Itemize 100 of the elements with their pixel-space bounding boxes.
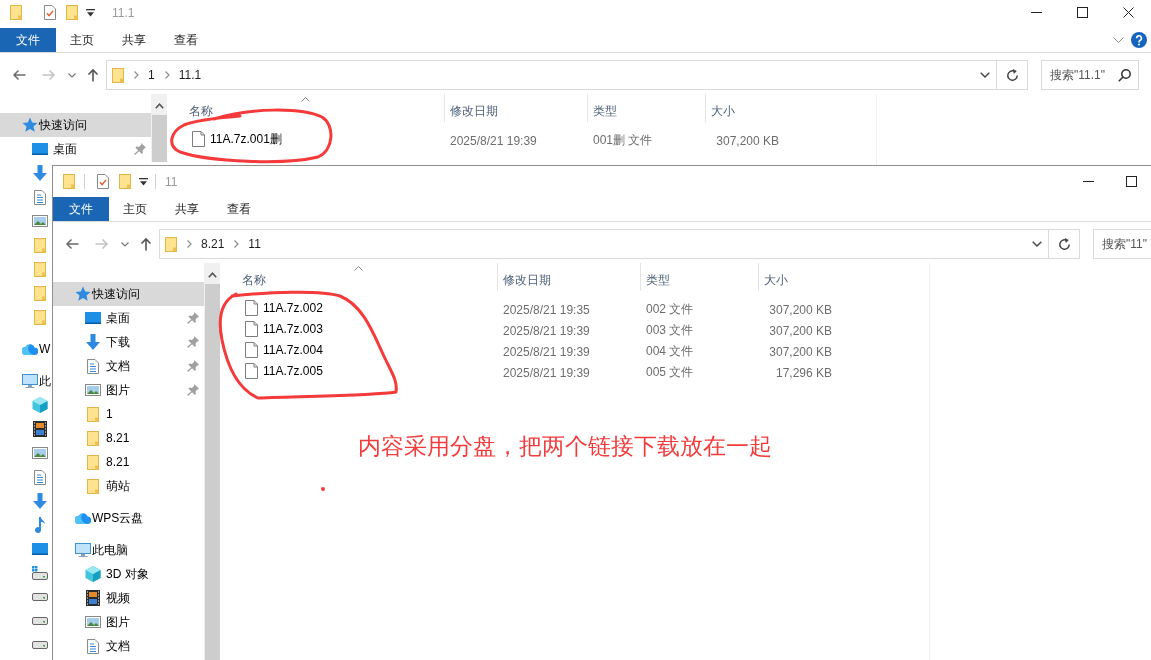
window-title: 11.1 (112, 5, 135, 20)
ribbon-tab[interactable]: 共享 (161, 197, 213, 221)
caret-up-icon[interactable] (207, 272, 217, 278)
arrow-down-icon (33, 165, 47, 181)
dropdown-caret-icon[interactable] (86, 8, 95, 17)
arrow-right-icon (95, 238, 109, 250)
document-check-icon[interactable] (44, 5, 56, 20)
address-bar[interactable]: 1 11.1 (106, 60, 997, 90)
nav-item[interactable]: 桌面 (53, 306, 204, 330)
document-check-icon[interactable] (97, 174, 109, 189)
star-icon (22, 117, 38, 133)
column-header[interactable]: 类型 (640, 263, 758, 291)
file-tab[interactable]: 文件 (0, 28, 56, 52)
desktop-icon (32, 143, 48, 155)
ribbon-tab[interactable]: 主页 (109, 197, 161, 221)
nav-item[interactable]: W (0, 337, 51, 361)
nav-item[interactable]: WPS云盘 (53, 506, 144, 530)
nav-item[interactable]: 图片 (53, 378, 204, 402)
address-bar[interactable]: 8.21 11 (159, 229, 1049, 259)
arrow-down-icon (33, 493, 47, 509)
document-icon (34, 189, 46, 205)
breadcrumb-item[interactable]: 11 (248, 237, 261, 251)
folder-icon (34, 237, 46, 253)
chevron-down-icon (980, 72, 990, 78)
column-header[interactable]: 类型 (587, 94, 705, 122)
ribbon-tab[interactable]: 查看 (160, 28, 212, 52)
breadcrumb-item[interactable]: 11.1 (178, 68, 202, 82)
column-header[interactable]: 大小 (758, 263, 840, 291)
arrow-up-icon (140, 237, 152, 251)
music-note-icon (35, 517, 45, 533)
nav-item[interactable]: 快速访问 (53, 282, 204, 306)
file-size: 307,200 KB (769, 302, 832, 317)
file-name[interactable]: 11A.7z.004 (245, 342, 323, 358)
desktop-icon (85, 312, 101, 324)
nav-item[interactable]: 文档 (53, 354, 204, 378)
scrollbar-thumb[interactable] (151, 115, 167, 162)
folder-icon (87, 406, 99, 422)
nav-item[interactable]: 图片 (53, 610, 130, 634)
ribbon-tab[interactable]: 主页 (56, 28, 108, 52)
chevron-down-icon (1112, 37, 1124, 43)
scrollbar[interactable] (151, 94, 167, 162)
file-icon (245, 363, 258, 379)
column-header[interactable]: 修改日期 (444, 94, 587, 122)
drive-icon (32, 641, 48, 649)
nav-item[interactable]: 8.21 (53, 426, 130, 450)
nav-item[interactable]: 此电脑 (53, 538, 128, 562)
search-field[interactable]: 搜索"11" (1093, 229, 1151, 259)
modified-date: 2025/8/21 19:39 (503, 365, 590, 380)
column-header[interactable]: 大小 (705, 94, 787, 122)
chevron-right-icon (234, 240, 240, 248)
nav-item[interactable]: 萌站 (53, 474, 130, 498)
search-icon (1118, 69, 1131, 82)
drive-icon (32, 566, 48, 580)
file-name[interactable]: 11A.7z.002 (245, 300, 323, 316)
file-name[interactable]: 11A.7z.003 (245, 321, 323, 337)
refresh-button[interactable] (997, 60, 1028, 90)
nav-item[interactable]: 下载 (53, 330, 204, 354)
column-header[interactable]: 名称 (220, 263, 497, 291)
nav-item[interactable]: 1 (53, 402, 113, 426)
ribbon-tab[interactable]: 查看 (213, 197, 265, 221)
file-name[interactable]: 11A.7z.001删 (192, 130, 282, 148)
modified-date: 2025/8/21 19:39 (503, 323, 590, 338)
arrow-up-icon (87, 68, 99, 82)
picture-icon (32, 447, 48, 459)
file-icon (192, 131, 205, 148)
column-header[interactable]: 修改日期 (497, 263, 640, 291)
file-icon (245, 342, 258, 358)
dropdown-caret-icon[interactable] (139, 177, 148, 186)
picture-icon (85, 384, 101, 396)
file-tab[interactable]: 文件 (53, 197, 109, 221)
arrow-right-icon (42, 69, 56, 81)
document-icon (34, 469, 46, 485)
ribbon-tab[interactable]: 共享 (108, 28, 160, 52)
chevron-down-icon (121, 241, 129, 247)
breadcrumb-item[interactable]: 8.21 (201, 237, 225, 251)
refresh-icon (1057, 237, 1071, 251)
nav-item[interactable]: 此 (0, 369, 51, 393)
help-icon (1131, 32, 1147, 48)
nav-item[interactable]: 3D 对象 (53, 562, 149, 586)
breadcrumb-item[interactable]: 1 (148, 68, 155, 82)
cloud-icon (75, 512, 91, 524)
folder-icon (34, 285, 46, 301)
drive-icon (32, 617, 48, 625)
arrow-left-icon (65, 238, 79, 250)
file-size: 307,200 KB (769, 323, 832, 338)
nav-item[interactable]: 桌面 (0, 137, 151, 161)
minimize-icon (1082, 180, 1094, 182)
folder-icon (34, 309, 46, 325)
column-header[interactable]: 名称 (167, 94, 444, 122)
drive-icon (32, 593, 48, 601)
nav-item[interactable]: 文档 (53, 634, 130, 658)
annotation-dot (321, 487, 325, 491)
nav-item[interactable]: 8.21 (53, 450, 130, 474)
nav-item[interactable]: 快速访问 (0, 113, 151, 137)
cloud-icon (22, 343, 38, 355)
refresh-button[interactable] (1049, 229, 1080, 259)
file-name[interactable]: 11A.7z.005 (245, 363, 323, 379)
nav-item[interactable]: 视频 (53, 586, 130, 610)
search-field[interactable]: 搜索"11.1" (1041, 60, 1139, 90)
caret-up-icon[interactable] (154, 103, 164, 109)
